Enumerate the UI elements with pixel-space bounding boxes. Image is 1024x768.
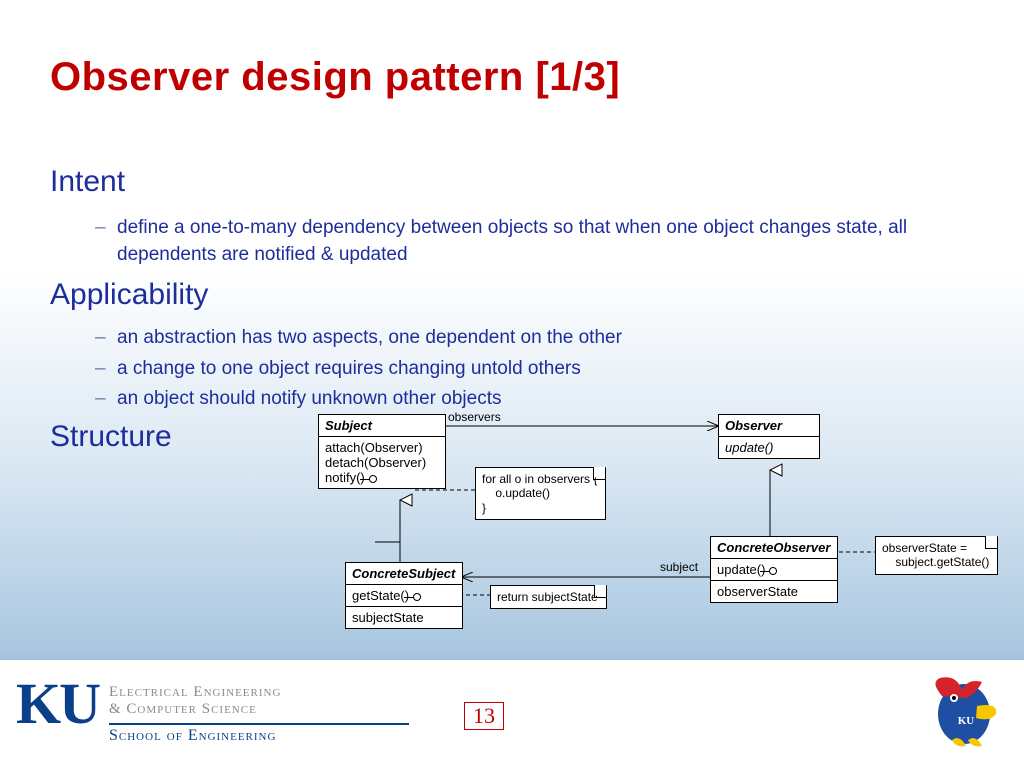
lollipop-icon bbox=[769, 567, 777, 575]
structure-heading: Structure bbox=[50, 420, 172, 454]
class-name: ConcreteSubject bbox=[346, 563, 462, 585]
class-concrete-observer: ConcreteObserver update() observerState bbox=[710, 536, 838, 603]
jayhawk-icon: KU bbox=[922, 672, 1002, 750]
class-ops: attach(Observer) detach(Observer) notify… bbox=[319, 437, 445, 488]
class-attrs: observerState bbox=[711, 581, 837, 602]
slide-title: Observer design pattern [1/3] bbox=[50, 55, 620, 100]
bullet: an abstraction has two aspects, one depe… bbox=[95, 325, 955, 352]
school-line: School of Engineering bbox=[109, 727, 409, 745]
class-name: Observer bbox=[719, 415, 819, 437]
dept-line: & Computer Science bbox=[109, 701, 409, 718]
class-ops: getState() bbox=[346, 585, 462, 607]
assoc-label-observers: observers bbox=[448, 410, 501, 424]
class-concrete-subject: ConcreteSubject getState() subjectState bbox=[345, 562, 463, 629]
bullet: define a one-to-many dependency between … bbox=[95, 215, 955, 268]
lollipop-icon bbox=[369, 475, 377, 483]
bullet: an object should notify unknown other ob… bbox=[95, 386, 955, 413]
class-attrs: subjectState bbox=[346, 607, 462, 628]
class-name: ConcreteObserver bbox=[711, 537, 837, 559]
class-ops: update() bbox=[719, 437, 819, 458]
applicability-bullets: an abstraction has two aspects, one depe… bbox=[95, 325, 955, 417]
ku-logo-block: KU Electrical Engineering & Computer Sci… bbox=[16, 678, 409, 745]
slide: Observer design pattern [1/3] Intent def… bbox=[0, 0, 1024, 768]
svg-text:KU: KU bbox=[958, 715, 975, 727]
uml-diagram: Subject attach(Observer) detach(Observer… bbox=[280, 412, 1010, 652]
dept-line: Electrical Engineering bbox=[109, 684, 409, 701]
intent-bullets: define a one-to-many dependency between … bbox=[95, 215, 955, 272]
note-getstate: return subjectState bbox=[490, 585, 607, 609]
separator bbox=[109, 723, 409, 725]
ku-text: Electrical Engineering & Computer Scienc… bbox=[109, 678, 409, 745]
class-name: Subject bbox=[319, 415, 445, 437]
applicability-heading: Applicability bbox=[50, 278, 208, 312]
ku-wordmark: KU bbox=[16, 678, 99, 730]
class-observer: Observer update() bbox=[718, 414, 820, 459]
lollipop-icon bbox=[413, 593, 421, 601]
note-update: observerState = subject.getState() bbox=[875, 536, 998, 575]
page-number: 13 bbox=[464, 702, 504, 730]
class-ops: update() bbox=[711, 559, 837, 581]
footer: KU Electrical Engineering & Computer Sci… bbox=[0, 660, 1024, 768]
class-subject: Subject attach(Observer) detach(Observer… bbox=[318, 414, 446, 489]
note-notify: for all o in observers { o.update() } bbox=[475, 467, 606, 520]
assoc-label-subject: subject bbox=[660, 560, 698, 574]
bullet: a change to one object requires changing… bbox=[95, 356, 955, 383]
intent-heading: Intent bbox=[50, 165, 125, 199]
